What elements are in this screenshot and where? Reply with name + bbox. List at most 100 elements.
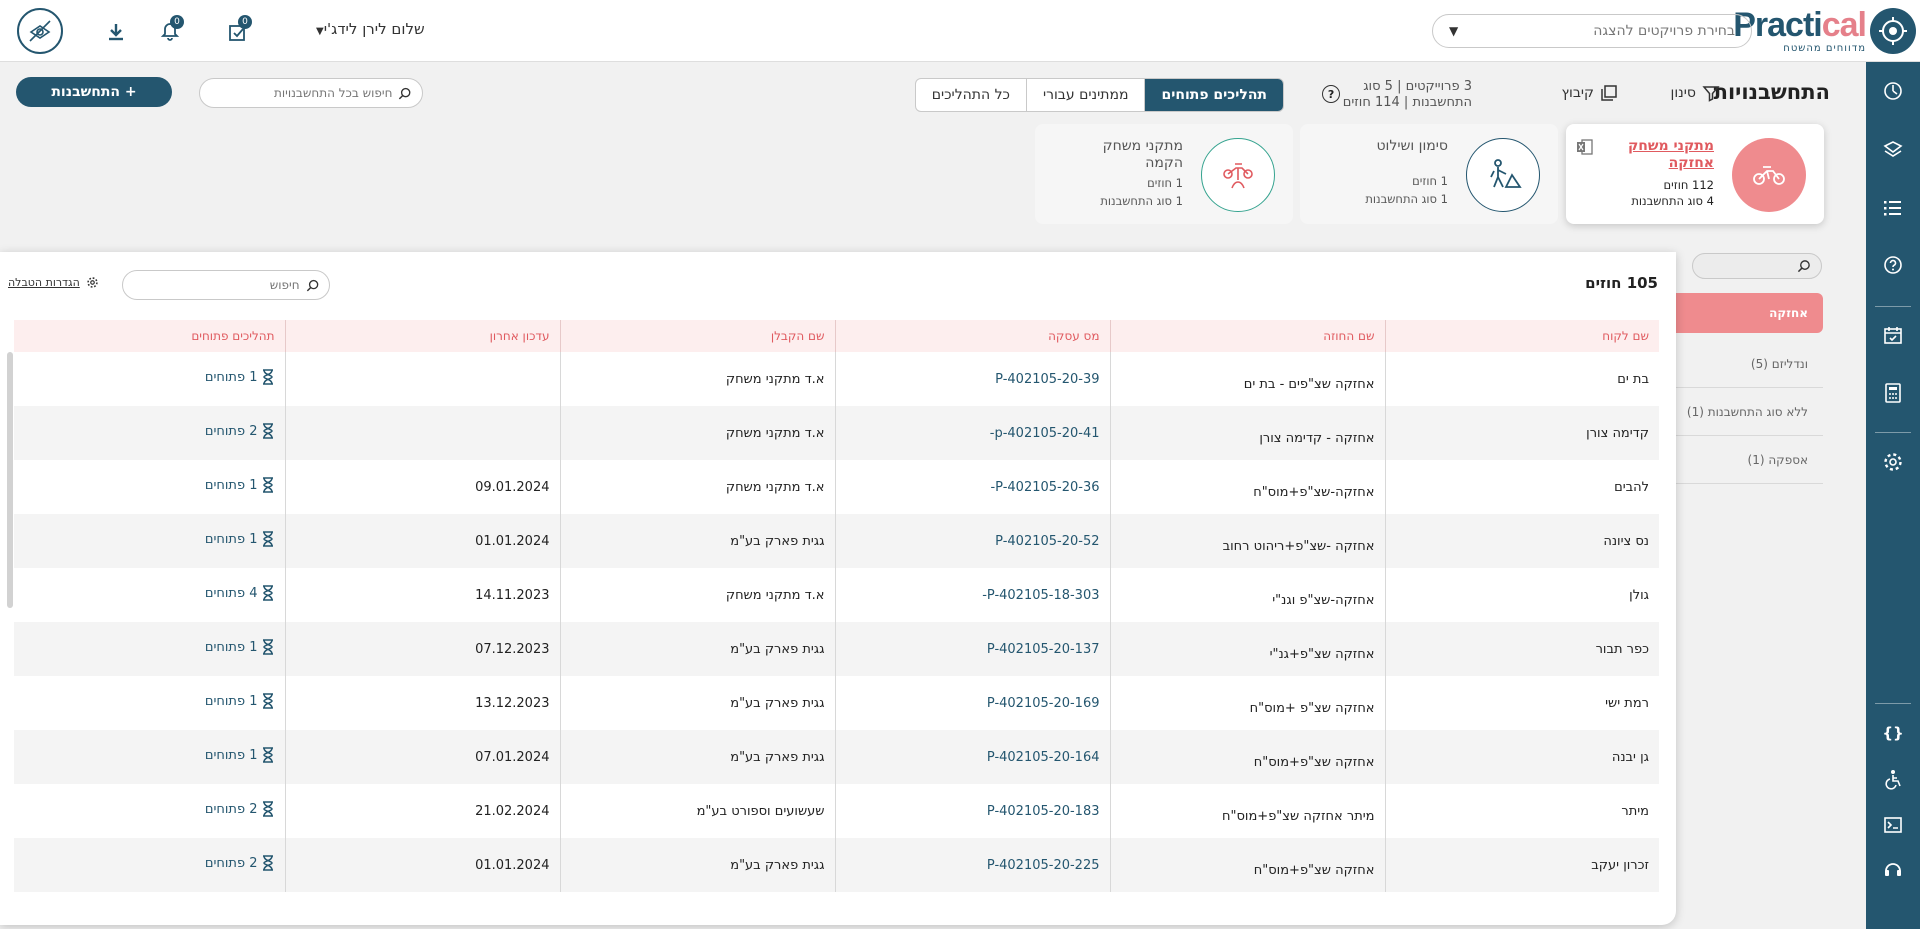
rail-dashboard[interactable] (1866, 74, 1920, 108)
open-processes-count: 1 פתוחים (204, 639, 258, 655)
rail-settings[interactable] (1866, 445, 1920, 479)
table-row[interactable]: קדימה צורן אחזקה - קדימה צורן p-402105-20-… (14, 406, 1659, 460)
open-processes-link[interactable]: 1 פתוחים (205, 639, 275, 655)
open-processes-link[interactable]: 2 פתוחים (205, 855, 275, 871)
cell-client: קדימה צורן (1384, 406, 1659, 460)
cell-open-processes[interactable]: 2 פתוחים (14, 406, 285, 460)
column-header-last-update[interactable]: עדכון אחרון (284, 320, 560, 352)
side-list-item[interactable]: ונדליזם (5) (1667, 340, 1823, 388)
download-button[interactable] (102, 18, 130, 46)
rail-map[interactable] (1866, 132, 1920, 166)
tab-waiting-for-me[interactable]: ממתינים עבורי (1025, 79, 1145, 111)
cell-deal-number[interactable]: p-402105-20-41- (834, 406, 1110, 460)
open-processes-link[interactable]: 1 פתוחים (205, 531, 275, 547)
column-header-open-processes[interactable]: תהליכים פתוחים (14, 320, 285, 352)
category-card[interactable]: סימון ושילוט 1 חוזים 1 סוג התחשבנות (1300, 124, 1558, 224)
side-list-item-active[interactable]: אחזקה (1667, 293, 1823, 333)
open-processes-link[interactable]: 1 פתוחים (205, 693, 275, 709)
cell-deal-number[interactable]: P-402105-20-39 (834, 352, 1110, 406)
cell-deal-number[interactable]: P-402105-20-137 (834, 622, 1110, 676)
cell-deal-number[interactable]: P-402105-20-164 (834, 730, 1110, 784)
search-icon[interactable] (306, 278, 319, 293)
logo-badge-icon[interactable] (1870, 8, 1916, 54)
table-settings-link[interactable]: הגדרות הטבלה (8, 276, 99, 289)
rail-calendar[interactable] (1866, 318, 1920, 352)
open-processes-link[interactable]: 1 פתוחים (205, 369, 275, 385)
excel-export-icon[interactable] (1576, 138, 1594, 160)
column-header-contract[interactable]: שם החוזה (1109, 320, 1385, 352)
filter-button[interactable]: סינון (1671, 84, 1720, 102)
notifications-button[interactable]: 0 (156, 15, 184, 46)
category-card[interactable]: מתקני משחק הקמה 1 חוזים 1 סוג התחשבנות (1035, 124, 1293, 224)
cell-deal-number[interactable]: P-402105-18-303- (834, 568, 1110, 622)
tasks-button[interactable]: 0 (224, 15, 252, 46)
table-row[interactable]: זכרון יעקב אחזקה שצ"פ+מוס"ח P-402105-20-22… (14, 838, 1659, 892)
table-row[interactable]: מיתר מיתר אחזקה שצ"פ+מוס"ח P-402105-20-183… (14, 784, 1659, 838)
column-header-client[interactable]: שם לקוח (1384, 320, 1659, 352)
tab-all-processes[interactable]: כל התהליכים (916, 79, 1026, 111)
cell-client: גן יבנה (1384, 730, 1659, 784)
table-row[interactable]: רמת ישי אחזקה שצ"פ +מוס"ח P-402105-20-169 ג… (14, 676, 1659, 730)
side-list-item[interactable]: ללא סוג התחשבנות (1) (1667, 388, 1823, 436)
open-processes-link[interactable]: 2 פתוחים (205, 423, 275, 439)
table-row[interactable]: גולן אחזקה-שצ"פ וגנ"י P-402105-18-303- א.ד … (14, 568, 1659, 622)
hourglass-icon (262, 639, 273, 655)
cell-open-processes[interactable]: 2 פתוחים (14, 838, 285, 892)
table-scrollbar[interactable] (7, 352, 13, 608)
cell-open-processes[interactable]: 1 פתוחים (14, 352, 285, 406)
side-list-item[interactable]: אספקה (1) (1667, 436, 1823, 484)
table-row[interactable]: להבים אחזקה-שצ"פ+מוס"ח P-402105-20-36- א.ד … (14, 460, 1659, 514)
logo[interactable]: Practical מדווחים מהשטח (1733, 8, 1867, 54)
column-header-deal-number[interactable]: מס עסקה (834, 320, 1110, 352)
search-icon[interactable] (398, 86, 412, 101)
cell-open-processes[interactable]: 4 פתוחים (14, 568, 285, 622)
cell-last-update: 09.01.2024 (284, 460, 560, 514)
table-search-input[interactable] (133, 278, 300, 292)
cell-deal-number[interactable]: P-402105-20-183 (834, 784, 1110, 838)
cell-contractor: גגית פארק בע"מ (559, 838, 835, 892)
rail-code[interactable]: {} (1866, 716, 1920, 750)
open-processes-link[interactable]: 2 פתוחים (205, 801, 275, 817)
add-settlement-button[interactable]: + התחשבנות (16, 77, 172, 107)
group-button[interactable]: קיבוץ (1561, 84, 1618, 102)
caret-down-icon: ▼ (316, 26, 324, 37)
open-processes-link[interactable]: 4 פתוחים (205, 585, 275, 601)
rail-divider (1875, 306, 1911, 307)
rail-support[interactable] (1866, 852, 1920, 886)
cell-open-processes[interactable]: 1 פתוחים (14, 460, 285, 514)
table-row[interactable]: כפר תבור אחזקה שצ"פ+גנ"י P-402105-20-137 גג… (14, 622, 1659, 676)
table-row[interactable]: בת ים אחזקה שצ"פים - בת ים P-402105-20-39 א… (14, 352, 1659, 406)
side-list-search[interactable] (1692, 253, 1822, 279)
category-card-types: 4 סוג התחשבנות (1631, 194, 1714, 208)
search-icon (1797, 260, 1810, 273)
tab-open-processes[interactable]: תהליכים פתוחים (1144, 79, 1283, 111)
user-avatar[interactable] (17, 8, 63, 54)
global-search-input[interactable] (210, 86, 393, 100)
column-header-contractor[interactable]: שם הקבלן (559, 320, 835, 352)
rail-accessibility[interactable] (1866, 762, 1920, 796)
open-processes-link[interactable]: 1 פתוחים (205, 747, 275, 763)
cell-deal-number[interactable]: P-402105-20-225 (834, 838, 1110, 892)
help-icon[interactable]: ? (1322, 85, 1340, 103)
cell-open-processes[interactable]: 1 פתוחים (14, 730, 285, 784)
table-row[interactable]: נס ציונה אחזקה -שצ"פ+ריהוט רחוב P-402105-2… (14, 514, 1659, 568)
open-processes-link[interactable]: 1 פתוחים (205, 477, 275, 493)
cell-open-processes[interactable]: 1 פתוחים (14, 514, 285, 568)
cell-open-processes[interactable]: 1 פתוחים (14, 622, 285, 676)
project-select[interactable]: בחירת פרויקטים להצגה ▼ (1432, 14, 1752, 48)
cell-deal-number[interactable]: P-402105-20-169 (834, 676, 1110, 730)
cell-open-processes[interactable]: 2 פתוחים (14, 784, 285, 838)
table-row[interactable]: גן יבנה אחזקה שצ"פ+מוס"ח P-402105-20-164 גג… (14, 730, 1659, 784)
cell-deal-number[interactable]: P-402105-20-52 (834, 514, 1110, 568)
category-card-contracts: 112 חוזים (1663, 178, 1714, 192)
category-card[interactable]: מתקני משחק אחזקה 112 חוזים 4 סוג התחשבנו… (1566, 124, 1824, 224)
user-greeting[interactable]: שלום לירן לידג'י▼ (312, 20, 425, 38)
notifications-count-badge: 0 (170, 15, 184, 29)
rail-list[interactable] (1866, 191, 1920, 225)
rail-terminal[interactable] (1866, 808, 1920, 842)
table-header-row: שם לקוח שם החוזה מס עסקה שם הקבלן עדכון … (14, 320, 1659, 352)
rail-help[interactable] (1866, 248, 1920, 282)
cell-deal-number[interactable]: P-402105-20-36- (834, 460, 1110, 514)
rail-calculator[interactable] (1866, 376, 1920, 410)
cell-open-processes[interactable]: 1 פתוחים (14, 676, 285, 730)
